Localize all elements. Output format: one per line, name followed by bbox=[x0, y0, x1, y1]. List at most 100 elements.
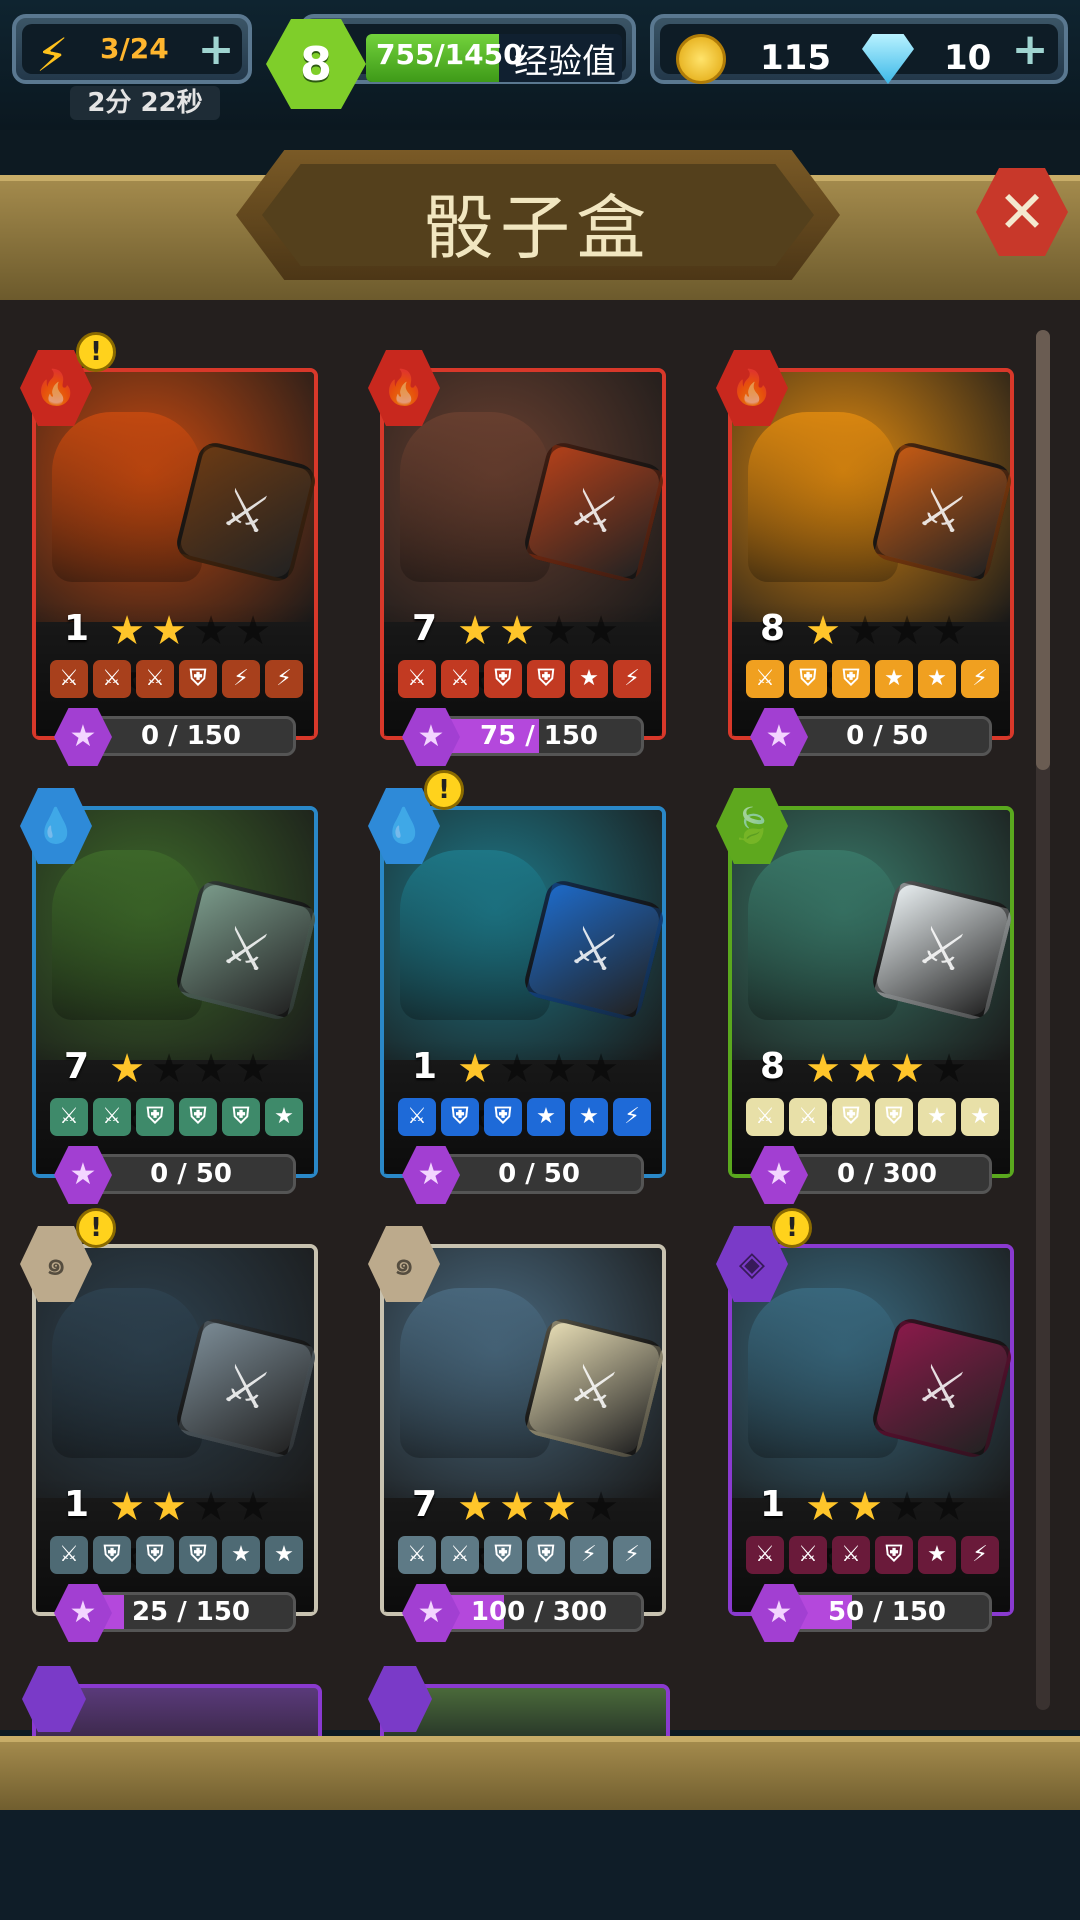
upgrade-progress-text: 50 / 150 bbox=[827, 1597, 947, 1627]
star-icon: ★ bbox=[889, 1484, 925, 1530]
dice-faces-row: ⚔ ⛨ ⛨ ★ ★ ⚡ bbox=[398, 1098, 656, 1136]
dice-card[interactable]: ⚔💧7★★★★★⚔⚔⛨⛨⛨★0 / 50★ bbox=[20, 788, 319, 1204]
dice-card[interactable]: ⚔🔥8★★★★★⚔⛨⛨★★⚡0 / 50★ bbox=[716, 350, 1015, 766]
dice-face-icon: ⚔ bbox=[93, 1098, 131, 1136]
upgrade-progress-text: 0 / 50 bbox=[150, 1159, 232, 1189]
warning-icon: ! bbox=[424, 770, 464, 810]
upgrade-progress-text: 0 / 300 bbox=[837, 1159, 937, 1189]
star-icon: ★ bbox=[889, 608, 925, 654]
star-icon: ★ bbox=[583, 1046, 619, 1092]
dice-face-icon: ⚡ bbox=[961, 1536, 999, 1574]
star-icon: ★ bbox=[805, 1046, 841, 1092]
star-icon: ★ bbox=[193, 608, 229, 654]
star-icon: ★ bbox=[499, 1484, 535, 1530]
dice-face-icon: ⚡ bbox=[222, 660, 260, 698]
dice-face-icon: ⛨ bbox=[441, 1098, 479, 1136]
dice-face-icon: ★ bbox=[918, 660, 956, 698]
dice-faces-row: ⚔ ⛨ ⛨ ★ ★ ⚡ bbox=[746, 660, 1004, 698]
energy-timer: 2分 22秒 bbox=[70, 86, 220, 120]
star-icon: ★ bbox=[151, 1046, 187, 1092]
dice-level: 8 bbox=[760, 608, 786, 649]
dice-card[interactable]: ⚔🔥7★★★★★⚔⚔⛨⛨★⚡75 / 150★ bbox=[368, 350, 667, 766]
dice-face-icon: ⚡ bbox=[570, 1536, 608, 1574]
coin-icon bbox=[676, 34, 726, 84]
dice-face-icon: ⚔ bbox=[789, 1098, 827, 1136]
dice-card[interactable]: ⚔◈!1★★★★★⚔⚔⚔⛨★⚡50 / 150★ bbox=[716, 1208, 1015, 1642]
star-icon: ★ bbox=[541, 608, 577, 654]
xp-label: 经验值 bbox=[514, 42, 616, 82]
water-element-icon: 💧 bbox=[34, 806, 78, 846]
dice-face-icon: ★ bbox=[875, 660, 913, 698]
warning-icon: ! bbox=[76, 332, 116, 372]
dice-face-icon: ⛨ bbox=[179, 1536, 217, 1574]
shard-star-icon: ★ bbox=[69, 719, 97, 754]
dice-face-icon: ⚔ bbox=[441, 660, 479, 698]
star-icon: ★ bbox=[931, 608, 967, 654]
add-energy-button[interactable]: + bbox=[196, 28, 236, 72]
dice-card[interactable]: ⚔💧!1★★★★★⚔⛨⛨★★⚡0 / 50★ bbox=[368, 770, 667, 1204]
dice-face-icon: ★ bbox=[265, 1098, 303, 1136]
dice-level: 1 bbox=[64, 608, 90, 649]
dice-face-icon: ⚔ bbox=[746, 1536, 784, 1574]
scrollbar-thumb[interactable] bbox=[1036, 330, 1050, 770]
coin-count: 115 bbox=[760, 38, 831, 78]
dice-face-icon: ⛨ bbox=[93, 1536, 131, 1574]
upgrade-progress-text: 100 / 300 bbox=[470, 1597, 608, 1627]
dice-level: 7 bbox=[412, 608, 438, 649]
dice-face-icon: ⛨ bbox=[136, 1098, 174, 1136]
dice-face-icon: ⚔ bbox=[789, 1536, 827, 1574]
dice-face-icon: ★ bbox=[222, 1536, 260, 1574]
dice-face-icon: ⚡ bbox=[961, 660, 999, 698]
shard-star-icon: ★ bbox=[417, 1157, 445, 1192]
dice-face-icon: ⛨ bbox=[484, 1098, 522, 1136]
fire-element-icon: 🔥 bbox=[382, 368, 426, 408]
dice-face-icon: ⚔ bbox=[746, 1098, 784, 1136]
dice-card[interactable]: ⚔๑7★★★★★⚔⚔⛨⛨⚡⚡100 / 300★ bbox=[368, 1226, 667, 1642]
dice-face-icon: ⚔ bbox=[50, 660, 88, 698]
shard-star-icon: ★ bbox=[69, 1157, 97, 1192]
star-icon: ★ bbox=[499, 1046, 535, 1092]
dice-face-icon: ⛨ bbox=[875, 1098, 913, 1136]
dice-face-icon: ⚡ bbox=[613, 1098, 651, 1136]
star-icon: ★ bbox=[109, 1484, 145, 1530]
dice-face-icon: ⚔ bbox=[50, 1098, 88, 1136]
dice-face-icon: ⛨ bbox=[527, 1536, 565, 1574]
dice-face-icon: ⛨ bbox=[832, 1098, 870, 1136]
dice-face-icon: ⛨ bbox=[179, 660, 217, 698]
dice-face-icon: ★ bbox=[527, 1098, 565, 1136]
shard-star-icon: ★ bbox=[417, 1595, 445, 1630]
footer-wood-frame bbox=[0, 1736, 1080, 1816]
star-icon: ★ bbox=[235, 608, 271, 654]
dice-face-icon: ⛨ bbox=[136, 1536, 174, 1574]
dice-face-icon: ★ bbox=[918, 1536, 956, 1574]
shard-star-icon: ★ bbox=[765, 1157, 793, 1192]
star-icon: ★ bbox=[109, 1046, 145, 1092]
dice-card[interactable]: ⚔🔥!1★★★★★⚔⚔⚔⛨⚡⚡0 / 150★ bbox=[20, 332, 319, 766]
star-icon: ★ bbox=[847, 1484, 883, 1530]
star-icon: ★ bbox=[235, 1484, 271, 1530]
lightning-icon: ⚡ bbox=[36, 28, 69, 82]
shard-star-icon: ★ bbox=[69, 1595, 97, 1630]
star-icon: ★ bbox=[847, 1046, 883, 1092]
upgrade-progress-text: 0 / 50 bbox=[498, 1159, 580, 1189]
star-icon: ★ bbox=[931, 1484, 967, 1530]
dice-faces-row: ⚔ ⛨ ⛨ ⛨ ★ ★ bbox=[50, 1536, 308, 1574]
footer-background bbox=[0, 1810, 1080, 1920]
energy-count: 3/24 bbox=[100, 32, 169, 65]
dice-card[interactable]: ⚔๑!1★★★★★⚔⛨⛨⛨★★25 / 150★ bbox=[20, 1208, 319, 1642]
dice-card[interactable]: ⚔🍃8★★★★★⚔⚔⛨⛨★★0 / 300★ bbox=[716, 788, 1015, 1204]
nature-element-icon: 🍃 bbox=[730, 806, 774, 846]
close-icon[interactable]: ✕ bbox=[976, 168, 1068, 256]
star-icon: ★ bbox=[805, 608, 841, 654]
star-icon: ★ bbox=[931, 1046, 967, 1092]
dice-face-icon: ★ bbox=[918, 1098, 956, 1136]
dice-face-icon: ⚡ bbox=[613, 1536, 651, 1574]
dice-level: 1 bbox=[412, 1046, 438, 1087]
dice-faces-row: ⚔ ⚔ ⛨ ⛨ ⛨ ★ bbox=[50, 1098, 308, 1136]
dice-face-icon: ★ bbox=[570, 1098, 608, 1136]
add-currency-button[interactable]: + bbox=[1010, 28, 1050, 72]
xp-value: 755/1450 bbox=[376, 38, 523, 71]
dice-faces-row: ⚔ ⚔ ⛨ ⛨ ★ ⚡ bbox=[398, 660, 656, 698]
dice-face-icon: ⛨ bbox=[179, 1098, 217, 1136]
neutral-element-icon: ๑ bbox=[393, 1244, 415, 1284]
